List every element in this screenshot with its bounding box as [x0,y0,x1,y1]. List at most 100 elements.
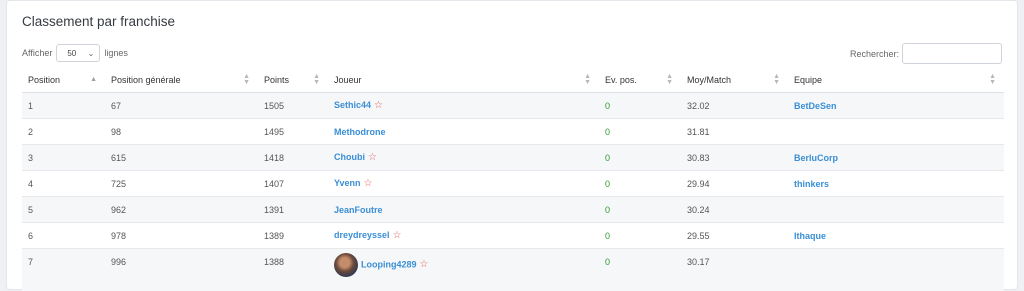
cell-position: 7 [22,249,105,291]
cell-general-position: 996 [105,249,258,291]
chevron-down-icon: ⌄ [88,49,95,58]
cell-team: Ithaque [788,223,1004,249]
page-length-control: Afficher 50 ⌄ lignes [22,44,128,62]
cell-avg-match: 29.55 [681,223,788,249]
cell-team [788,197,1004,223]
cell-avg-match: 32.02 [681,93,788,119]
cell-ev-pos: 0 [599,93,681,119]
page-length-select[interactable]: 50 ⌄ [56,44,100,62]
cell-avg-match: 31.81 [681,119,788,145]
player-link[interactable]: dreydreyssel [334,230,390,240]
sort-icon: ▲▼ [989,74,996,86]
length-suffix: lignes [104,48,128,58]
cell-points: 1391 [258,197,328,223]
page-length-value: 50 [67,49,76,58]
column-header-team[interactable]: Equipe▲▼ [788,68,1004,93]
cell-team: BerluCorp [788,145,1004,171]
sort-icon: ▲▼ [584,74,591,86]
cell-points: 1495 [258,119,328,145]
cell-ev-pos: 0 [599,171,681,197]
star-icon: ☆ [420,259,429,270]
cell-ev-pos: 0 [599,197,681,223]
search-label: Rechercher: [850,49,899,59]
cell-team [788,249,1004,291]
team-link[interactable]: Ithaque [794,231,826,241]
team-link[interactable]: BerluCorp [794,153,838,163]
cell-team [788,119,1004,145]
cell-position: 4 [22,171,105,197]
player-link[interactable]: Looping4289 [361,259,417,269]
column-header-ev-pos[interactable]: Ev. pos.▲▼ [599,68,681,93]
column-header-player[interactable]: Joueur▲▼ [328,68,599,93]
table-header-row: Position▲ Position générale▲▼ Points▲▼ J… [22,68,1004,93]
cell-points: 1389 [258,223,328,249]
player-link[interactable]: Choubi [334,152,365,162]
table-row: 1671505Sethic44☆032.02BetDeSen [22,93,1004,119]
table-row: 36151418Choubi☆030.83BerluCorp [22,145,1004,171]
page-title: Classement par franchise [22,14,175,29]
cell-player: Choubi☆ [328,145,599,171]
search-control: Rechercher: [850,43,1002,64]
cell-team: thinkers [788,171,1004,197]
avatar[interactable] [334,253,358,277]
column-header-avg-match[interactable]: Moy/Match▲▼ [681,68,788,93]
player-link[interactable]: JeanFoutre [334,205,383,215]
cell-player: Methodrone [328,119,599,145]
sort-asc-icon: ▲ [90,77,97,83]
table-row: 69781389dreydreyssel☆029.55Ithaque [22,223,1004,249]
sort-icon: ▲▼ [666,74,673,86]
cell-player: Looping4289☆ [328,249,599,291]
cell-position: 2 [22,119,105,145]
cell-ev-pos: 0 [599,249,681,291]
search-input[interactable] [902,43,1002,64]
sort-icon: ▲▼ [773,74,780,86]
cell-position: 3 [22,145,105,171]
column-header-general-position[interactable]: Position générale▲▼ [105,68,258,93]
sort-icon: ▲▼ [313,74,320,86]
star-icon: ☆ [368,152,377,163]
star-icon: ☆ [393,230,402,241]
cell-position: 5 [22,197,105,223]
star-icon: ☆ [374,100,383,111]
player-link[interactable]: Methodrone [334,127,386,137]
ranking-card: Classement par franchise Afficher 50 ⌄ l… [6,0,1018,290]
cell-points: 1418 [258,145,328,171]
cell-position: 6 [22,223,105,249]
cell-general-position: 962 [105,197,258,223]
table-row: 47251407Yvenn☆029.94thinkers [22,171,1004,197]
cell-general-position: 978 [105,223,258,249]
player-link[interactable]: Sethic44 [334,100,371,110]
table-row: 59621391 JeanFoutre 030.24 [22,197,1004,223]
table-row: 79961388Looping4289☆030.17 [22,249,1004,291]
cell-position: 1 [22,93,105,119]
table-row: 2981495 Methodrone 031.81 [22,119,1004,145]
team-link[interactable]: thinkers [794,179,829,189]
column-header-position[interactable]: Position▲ [22,68,105,93]
team-link[interactable]: BetDeSen [794,101,837,111]
cell-avg-match: 30.17 [681,249,788,291]
cell-general-position: 98 [105,119,258,145]
cell-general-position: 725 [105,171,258,197]
cell-avg-match: 30.24 [681,197,788,223]
cell-ev-pos: 0 [599,223,681,249]
cell-player: JeanFoutre [328,197,599,223]
cell-avg-match: 29.94 [681,171,788,197]
column-header-points[interactable]: Points▲▼ [258,68,328,93]
cell-player: Yvenn☆ [328,171,599,197]
cell-general-position: 615 [105,145,258,171]
cell-team: BetDeSen [788,93,1004,119]
player-link[interactable]: Yvenn [334,178,361,188]
cell-points: 1505 [258,93,328,119]
cell-player: dreydreyssel☆ [328,223,599,249]
sort-icon: ▲▼ [243,74,250,86]
cell-avg-match: 30.83 [681,145,788,171]
cell-points: 1388 [258,249,328,291]
ranking-table: Position▲ Position générale▲▼ Points▲▼ J… [22,68,1004,291]
cell-player: Sethic44☆ [328,93,599,119]
cell-general-position: 67 [105,93,258,119]
cell-ev-pos: 0 [599,145,681,171]
star-icon: ☆ [364,178,373,189]
cell-points: 1407 [258,171,328,197]
cell-ev-pos: 0 [599,119,681,145]
length-prefix: Afficher [22,48,52,58]
